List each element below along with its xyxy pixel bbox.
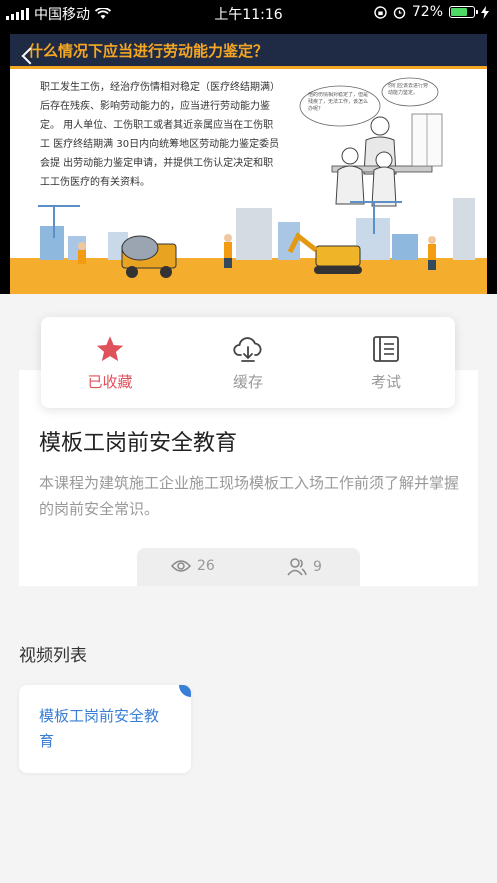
construction-scene-illustration [10, 198, 487, 294]
video-item-title: 模板工岗前安全教育 [39, 707, 160, 750]
course-stats: 26 9 [137, 548, 360, 586]
exam-button[interactable]: 考试 [317, 317, 455, 408]
cloud-download-icon [233, 337, 262, 362]
bubble-right-text: 你们应该去进行劳动能力鉴定。 [388, 83, 429, 96]
exam-label: 考试 [370, 373, 401, 391]
consultation-illustration: 他的伤情相对稳定了，但是残疾了，无法工作，该怎么办呢？ 你们应该去进行劳动能力鉴… [299, 77, 443, 207]
exam-book-icon [373, 336, 399, 362]
views-stat: 26 [171, 558, 215, 574]
slide-divider [10, 66, 487, 69]
alarm-icon [393, 6, 406, 19]
battery-icon [449, 6, 478, 18]
cache-label: 缓存 [232, 373, 263, 391]
battery-percent: 72% [411, 4, 443, 20]
cache-button[interactable]: 缓存 [179, 317, 317, 408]
views-count: 26 [197, 558, 215, 574]
video-player[interactable]: 什么情况下应当进行劳动能力鉴定？ 职工发生工伤，经治疗伤情相对稳定（医疗终结期满… [0, 26, 497, 294]
slide-title: 什么情况下应当进行劳动能力鉴定？ [28, 42, 269, 60]
slide-body-text: 职工发生工伤，经治疗伤情相对稳定（医疗终结期满）后存在残疾、影响劳动能力的，应当… [40, 82, 280, 188]
video-list-item[interactable]: 模板工岗前安全教育 [19, 685, 191, 773]
learners-stat: 9 [287, 558, 322, 576]
learners-count: 9 [313, 559, 322, 575]
star-icon [96, 336, 124, 362]
users-icon [287, 558, 307, 576]
charging-icon [481, 5, 489, 19]
eye-icon [171, 560, 191, 572]
status-bar: 中国移动 上午11:16 72% [0, 0, 497, 26]
bubble-left-text: 他的伤情相对稳定了，但是残疾了，无法工作，该怎么办呢？ [308, 92, 369, 112]
favorite-button[interactable]: 已收藏 [41, 317, 179, 408]
favorite-label: 已收藏 [87, 373, 133, 391]
orientation-lock-icon [374, 5, 387, 19]
playing-indicator [179, 685, 191, 697]
action-bar: 已收藏 缓存 考试 [41, 317, 455, 408]
video-list-heading: 视频列表 [19, 646, 87, 666]
course-title: 模板工岗前安全教育 [39, 431, 238, 456]
course-description: 本课程为建筑施工企业施工现场模板工入场工作前须了解并掌握的岗前安全常识。 [39, 474, 460, 518]
video-frame: 什么情况下应当进行劳动能力鉴定？ 职工发生工伤，经治疗伤情相对稳定（医疗终结期满… [10, 34, 487, 294]
